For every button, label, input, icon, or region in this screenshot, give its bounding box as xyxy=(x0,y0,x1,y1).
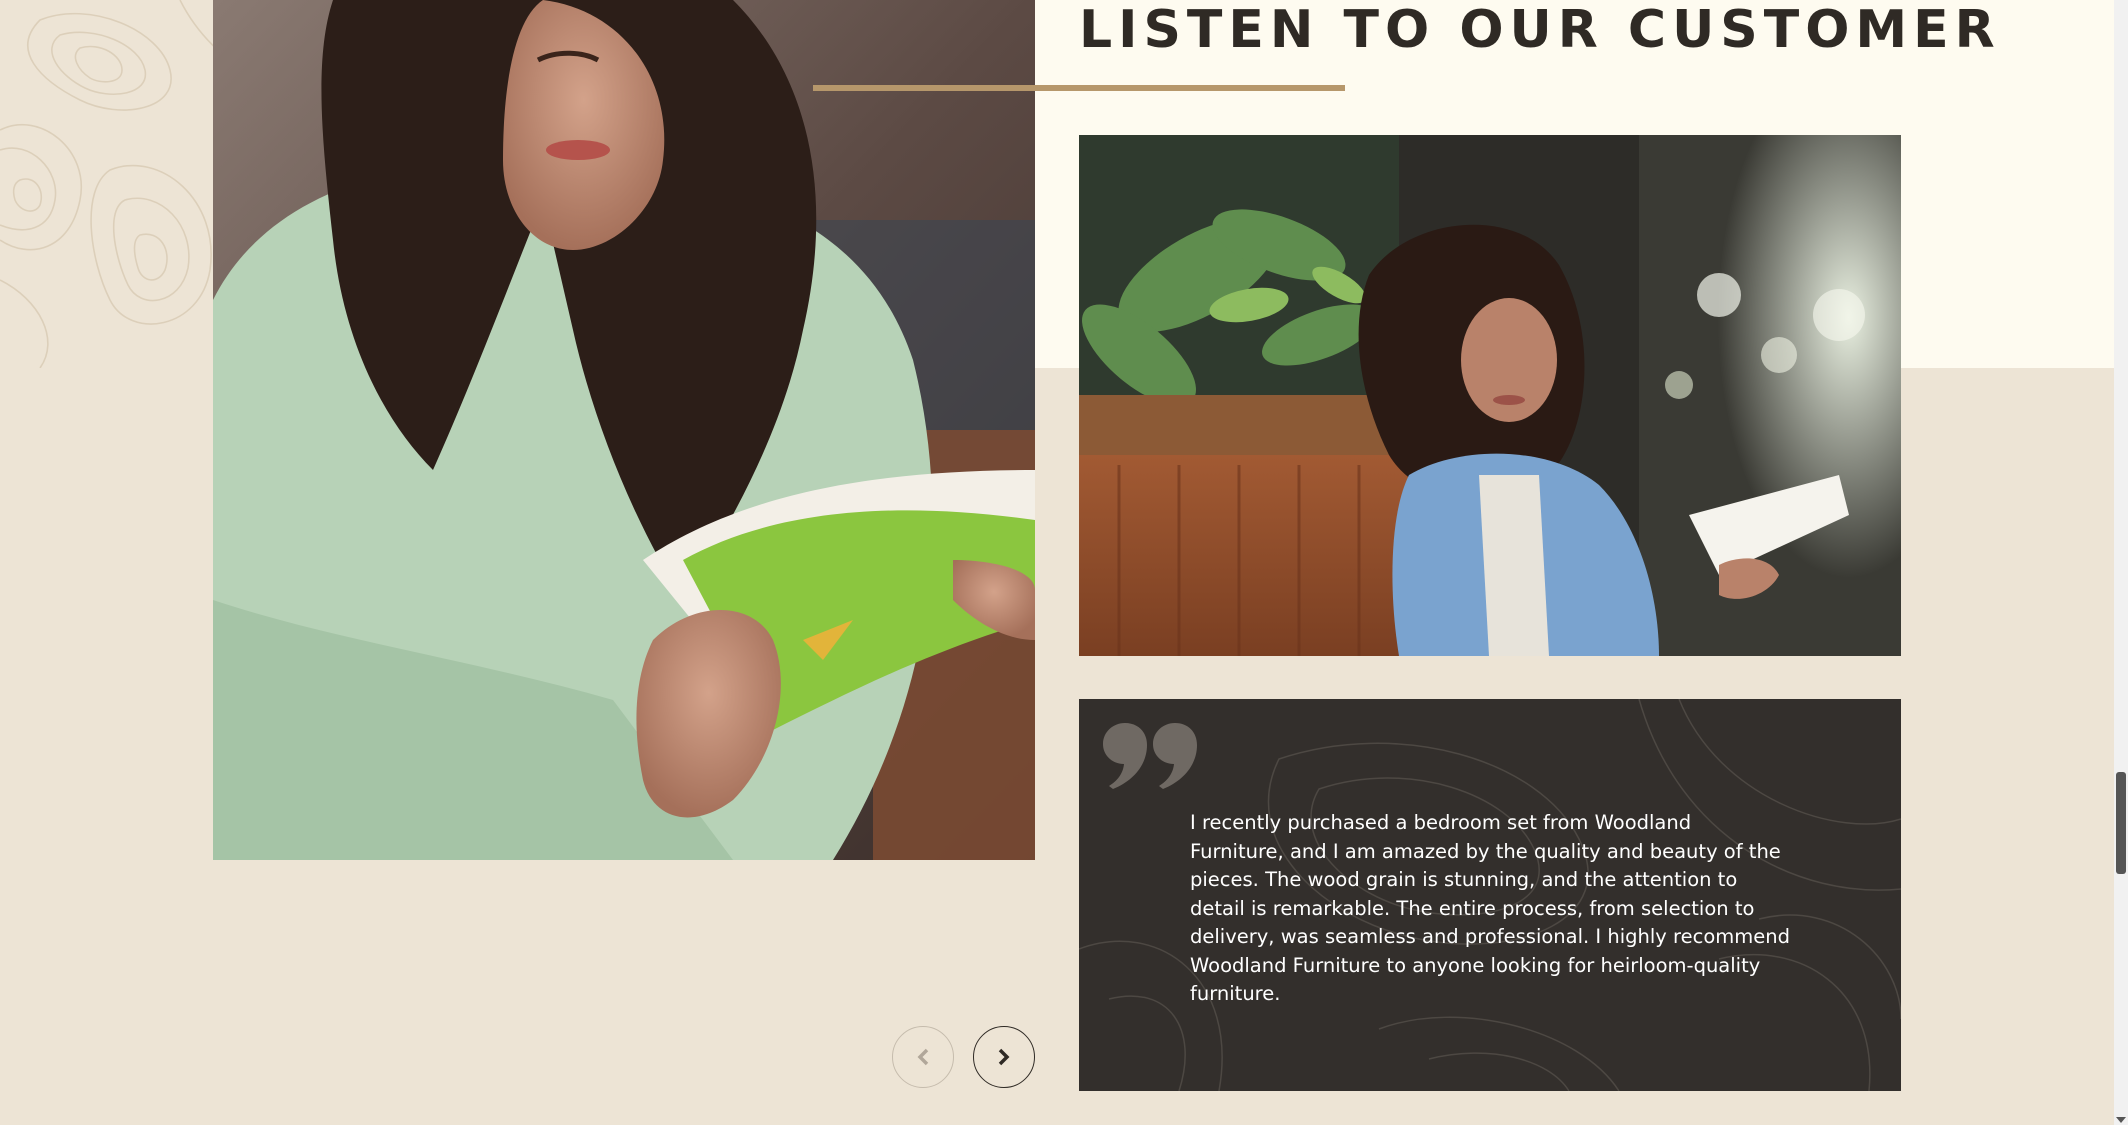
section-title: LISTEN TO OUR CUSTOMER xyxy=(1079,0,2001,60)
woman-in-denim-jacket-photo xyxy=(1079,135,1901,656)
chevron-right-icon xyxy=(998,1048,1010,1066)
scroll-down-arrow-icon[interactable] xyxy=(2116,1117,2126,1123)
quote-icon xyxy=(1103,723,1197,789)
carousel-next-button[interactable] xyxy=(973,1026,1035,1088)
scrollbar-thumb[interactable] xyxy=(2116,772,2126,874)
carousel-prev-button[interactable] xyxy=(892,1026,954,1088)
woman-reading-book-photo xyxy=(213,0,1035,860)
testimonial-text: I recently purchased a bedroom set from … xyxy=(1190,811,1791,1005)
topographic-pattern-decoration xyxy=(0,0,230,368)
scrollbar[interactable] xyxy=(2114,0,2128,1125)
title-underline xyxy=(813,85,1345,91)
testimonial-card: I recently purchased a bedroom set from … xyxy=(1079,699,1901,1091)
chevron-left-icon xyxy=(917,1048,929,1066)
